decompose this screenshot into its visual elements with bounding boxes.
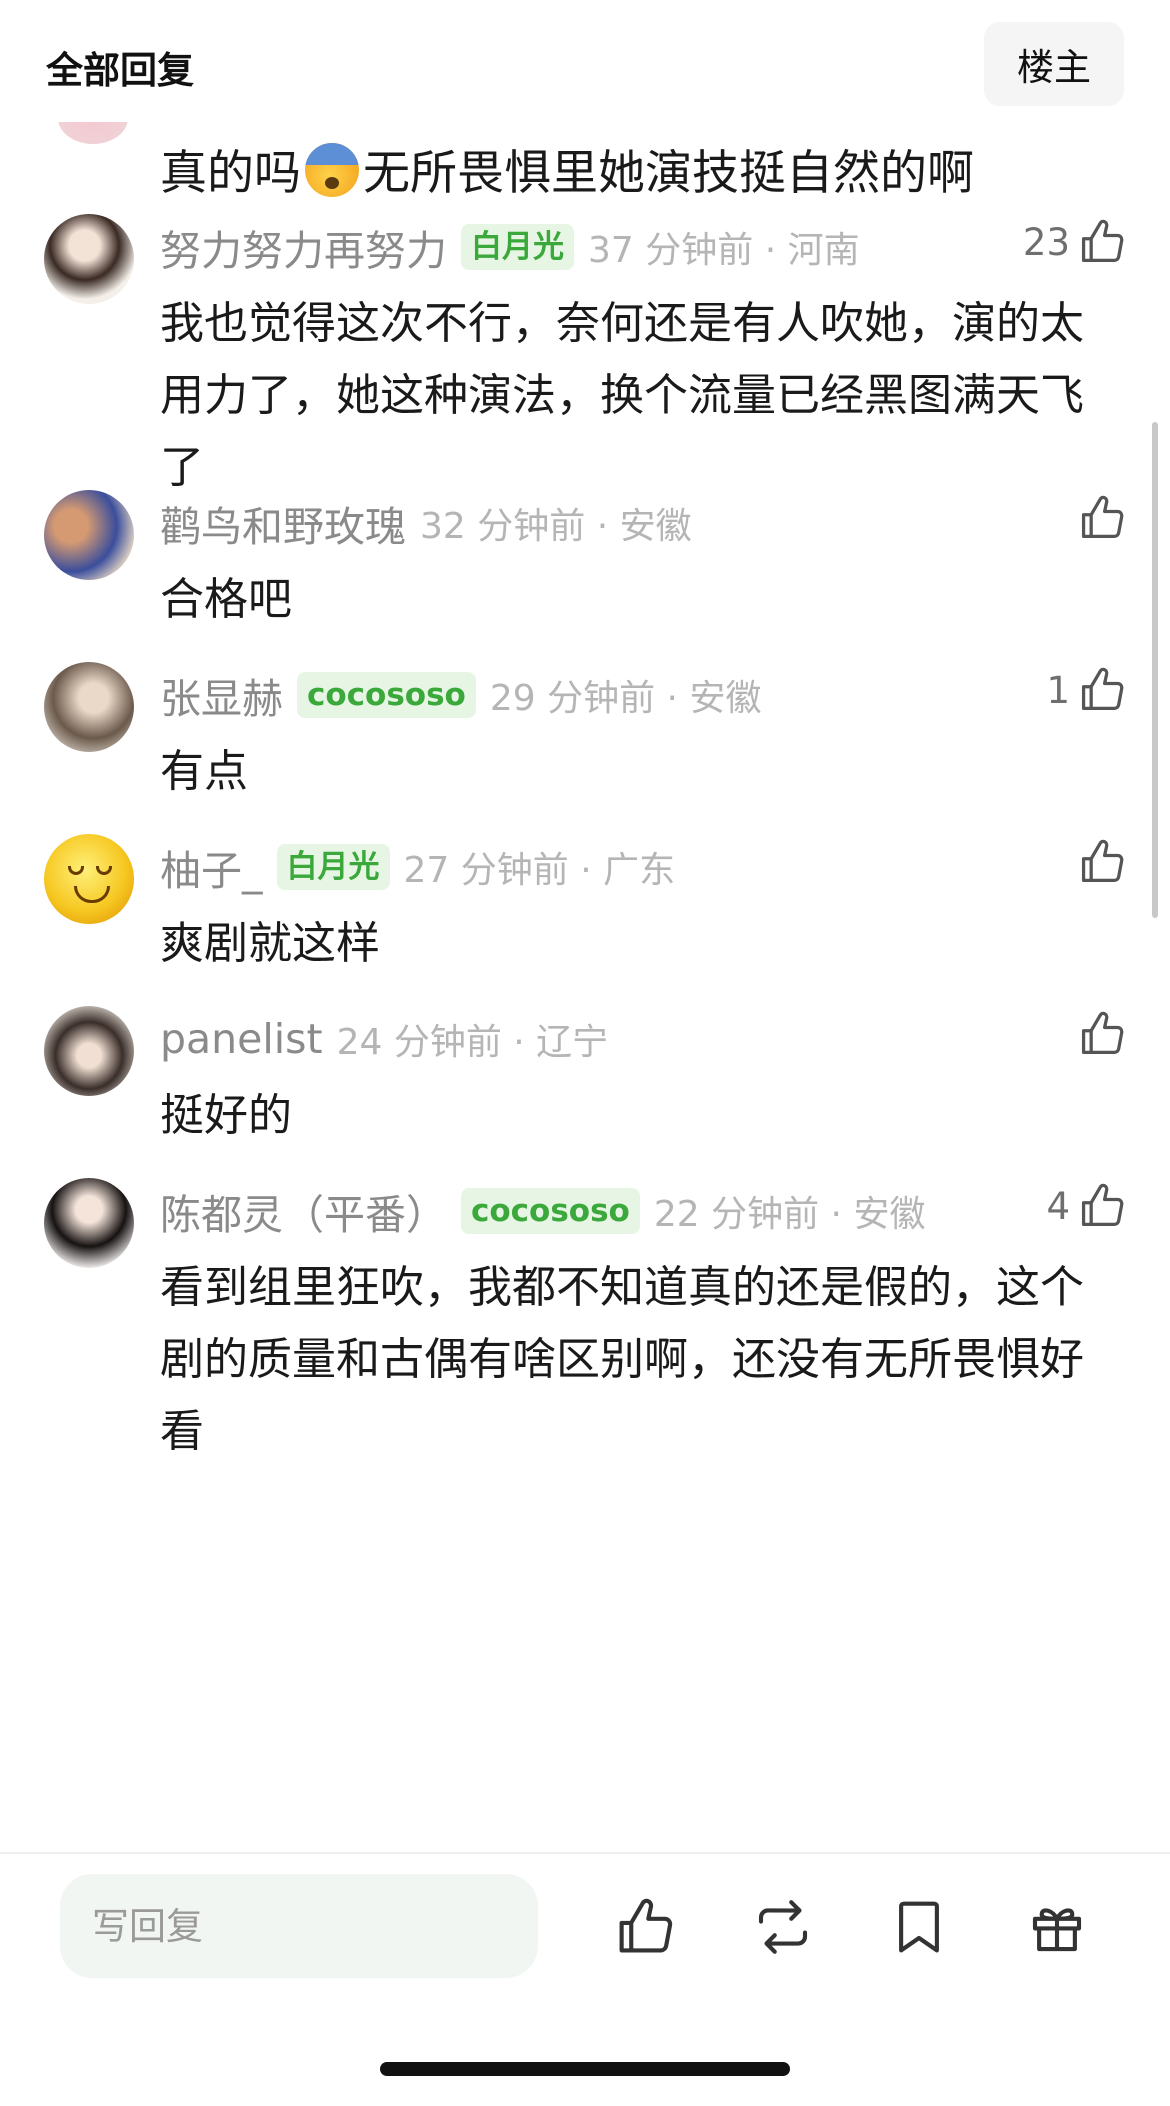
fearful-face-emoji-icon	[305, 143, 359, 197]
thumbs-up-icon	[1076, 1008, 1128, 1060]
thumbs-up-icon	[1076, 216, 1128, 268]
username[interactable]: 努力努力再努力	[160, 217, 447, 277]
like-count: 23	[1022, 220, 1070, 264]
thumbs-up-icon	[1076, 492, 1128, 544]
comment-text: 看到组里狂吹，我都不知道真的还是假的，这个剧的质量和古偶有啥区别啊，还没有无所畏…	[160, 1262, 1084, 1457]
like-count: 1	[1046, 668, 1070, 712]
comment-text: 真的吗 无所畏惧里她演技挺自然的啊	[160, 134, 974, 203]
thumbs-up-icon	[1076, 1180, 1128, 1232]
op-only-button[interactable]: 楼主	[984, 22, 1124, 106]
scrollbar[interactable]	[1152, 422, 1158, 918]
replies-list[interactable]: 真的吗 无所畏惧里她演技挺自然的啊 努力努力再努力 白月光 37 分钟前 · 河南…	[0, 122, 1170, 1852]
like-button[interactable]: 1	[1046, 664, 1128, 716]
timestamp-location: 37 分钟前 · 河南	[588, 230, 860, 271]
avatar[interactable]	[44, 214, 134, 304]
username[interactable]: panelist	[160, 1015, 323, 1063]
comment-text: 爽剧就这样	[160, 918, 380, 969]
fan-badge[interactable]: 白月光	[461, 224, 574, 270]
like-button[interactable]	[1076, 492, 1128, 544]
avatar[interactable]	[44, 1006, 134, 1096]
username[interactable]: 柚子_	[160, 837, 263, 897]
header: 全部回复 楼主	[0, 0, 1170, 122]
bookmark-icon[interactable]	[886, 1894, 952, 1960]
home-indicator[interactable]	[380, 2062, 790, 2076]
like-icon[interactable]	[612, 1894, 678, 1960]
avatar[interactable]	[44, 1178, 134, 1268]
emoji-smile-icon	[74, 886, 110, 903]
timestamp-location: 32 分钟前 · 安徽	[420, 506, 692, 547]
repost-icon[interactable]	[750, 1894, 816, 1960]
fan-badge[interactable]: 白月光	[276, 844, 390, 890]
avatar[interactable]	[44, 834, 134, 924]
like-button[interactable]: 23	[1023, 216, 1128, 268]
timestamp-location: 24 分钟前 · 辽宁	[336, 1022, 609, 1063]
reply-input[interactable]	[60, 1874, 538, 1978]
emoji-eye-icon	[96, 866, 112, 875]
like-button[interactable]	[1076, 836, 1128, 888]
avatar[interactable]	[44, 662, 134, 752]
comment-text: 我也觉得这次不行，奈何还是有人吹她，演的太用力了，她这种演法，换个流量已经黑图满…	[160, 298, 1084, 493]
avatar[interactable]	[58, 122, 128, 144]
avatar[interactable]	[44, 490, 134, 580]
timestamp-location: 27 分钟前 · 广东	[403, 850, 676, 891]
username[interactable]: 张显赫	[160, 665, 283, 725]
bottom-action-bar	[0, 1852, 1170, 2106]
page-title: 全部回复	[46, 49, 194, 92]
thumbs-up-icon	[1076, 836, 1128, 888]
username[interactable]: 陈都灵（平番）	[160, 1181, 447, 1241]
like-count: 4	[1046, 1184, 1070, 1228]
fan-badge[interactable]: cocososo	[461, 1188, 640, 1234]
emoji-eye-icon	[68, 866, 84, 875]
like-button[interactable]: 4	[1046, 1180, 1128, 1232]
comment-text: 合格吧	[160, 574, 292, 625]
timestamp-location: 22 分钟前 · 安徽	[653, 1194, 926, 1235]
comment-text: 有点	[160, 746, 248, 797]
timestamp-location: 29 分钟前 · 安徽	[489, 678, 762, 719]
username[interactable]: 鹳鸟和野玫瑰	[160, 493, 406, 553]
fan-badge[interactable]: cocososo	[297, 672, 476, 718]
gift-icon[interactable]	[1024, 1894, 1090, 1960]
like-button[interactable]	[1076, 1008, 1128, 1060]
thumbs-up-icon	[1076, 664, 1128, 716]
comment-text: 挺好的	[160, 1090, 292, 1141]
